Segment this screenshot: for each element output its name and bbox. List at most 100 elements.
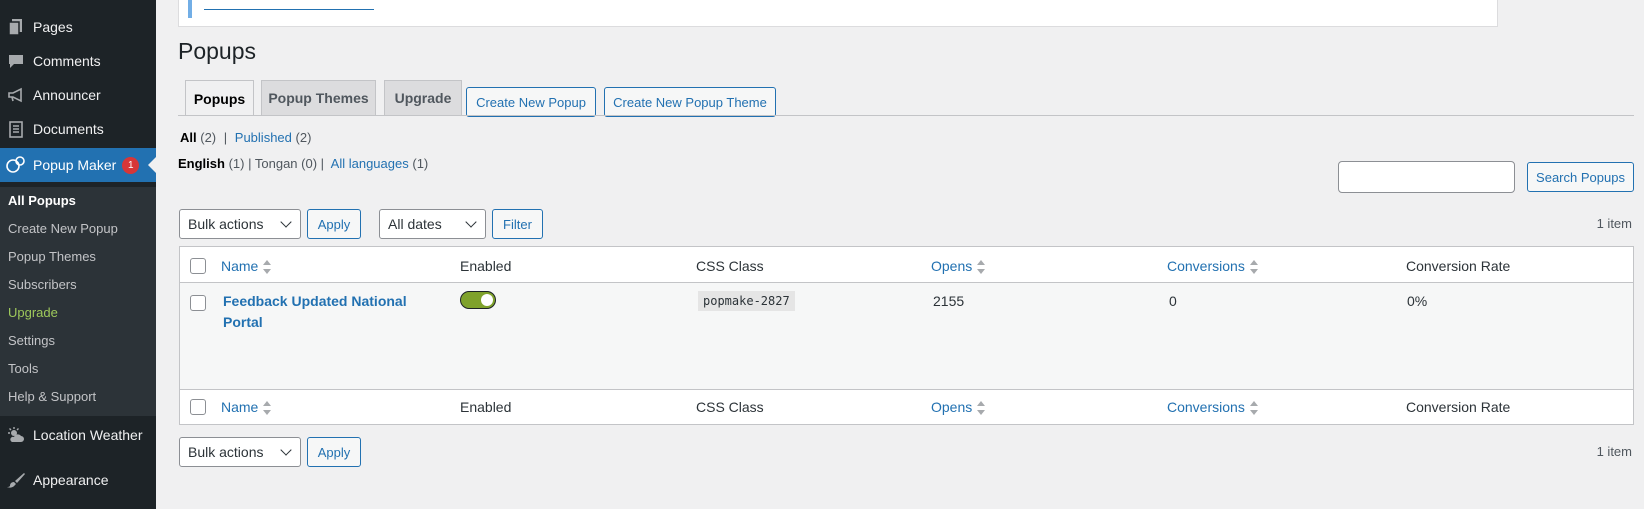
sidebar-item-label: Popup Maker: [33, 157, 117, 173]
submenu-create-new-popup[interactable]: Create New Popup: [8, 219, 118, 239]
submenu-tools[interactable]: Tools: [8, 359, 38, 379]
megaphone-icon: [6, 85, 26, 105]
enabled-toggle[interactable]: [460, 291, 496, 309]
bulk-actions-value: Bulk actions: [188, 216, 264, 232]
create-new-popup-theme-button[interactable]: Create New Popup Theme: [604, 87, 776, 117]
sidebar-item-popup-maker[interactable]: Popup Maker 1: [0, 148, 156, 182]
page-title: Popups: [178, 38, 257, 64]
documents-icon: [6, 119, 26, 139]
language-separator: |: [320, 156, 325, 171]
popup-title-link[interactable]: Feedback Updated National Portal: [223, 291, 423, 333]
sort-icon: [263, 260, 272, 275]
column-name-footer[interactable]: Name: [221, 399, 272, 416]
column-conversion-rate-footer: Conversion Rate: [1406, 399, 1511, 415]
select-all-checkbox-footer[interactable]: [190, 399, 206, 415]
sidebar-item-label: Pages: [33, 19, 73, 35]
column-label: Conversions: [1167, 258, 1245, 274]
sort-icon: [263, 401, 272, 416]
bulk-actions-select-top[interactable]: Bulk actions: [179, 209, 301, 239]
sidebar-item-announcer[interactable]: Announcer: [0, 78, 156, 112]
column-name-header[interactable]: Name: [221, 258, 272, 275]
dates-value: All dates: [388, 216, 442, 232]
table-header: Name Enabled CSS Class Opens Conversions…: [180, 247, 1633, 283]
css-class-code: popmake-2827: [698, 291, 795, 311]
tab-divider: [178, 115, 1634, 116]
status-all-count: (2): [200, 130, 217, 145]
submenu-help-support[interactable]: Help & Support: [8, 387, 96, 407]
sidebar-item-comments[interactable]: Comments: [0, 44, 156, 78]
sort-icon: [1249, 401, 1258, 416]
sidebar-item-location-weather[interactable]: Location Weather: [0, 418, 156, 452]
chevron-down-icon: [280, 444, 292, 456]
search-input[interactable]: [1338, 161, 1515, 193]
language-english-link[interactable]: English: [178, 156, 225, 171]
weather-icon: [6, 425, 26, 445]
popup-title-line: Portal: [223, 314, 263, 330]
admin-notice: [178, 0, 1498, 27]
language-tongan[interactable]: Tongan (0): [255, 156, 317, 171]
submenu-upgrade[interactable]: Upgrade: [8, 303, 58, 323]
apply-button-top[interactable]: Apply: [307, 209, 361, 239]
sidebar-item-label: Comments: [33, 53, 101, 69]
column-css-class-footer: CSS Class: [696, 399, 764, 415]
sidebar-item-label: Location Weather: [33, 427, 143, 443]
pages-icon: [6, 17, 26, 37]
column-label: Name: [221, 258, 259, 274]
language-all-link[interactable]: All languages: [331, 156, 409, 171]
sidebar-item-label: Appearance: [33, 472, 109, 488]
column-opens-footer[interactable]: Opens: [931, 399, 986, 416]
row-checkbox[interactable]: [190, 295, 206, 311]
tab-upgrade[interactable]: Upgrade: [384, 80, 462, 115]
popup-title-line: Feedback Updated National: [223, 293, 407, 309]
filter-button[interactable]: Filter: [492, 209, 543, 239]
conversions-value: 0: [1169, 293, 1177, 309]
submenu-subscribers[interactable]: Subscribers: [8, 275, 77, 295]
create-new-popup-button[interactable]: Create New Popup: [466, 87, 596, 117]
sidebar-item-documents[interactable]: Documents: [0, 112, 156, 146]
search-popups-button[interactable]: Search Popups: [1527, 162, 1634, 192]
submenu-popup-themes[interactable]: Popup Themes: [8, 247, 96, 267]
tab-popup-themes[interactable]: Popup Themes: [261, 80, 376, 115]
paintbrush-icon: [6, 470, 26, 490]
comments-icon: [6, 51, 26, 71]
bulk-actions-select-bottom[interactable]: Bulk actions: [179, 437, 301, 467]
tab-popups[interactable]: Popups: [185, 80, 254, 116]
sidebar-item-appearance[interactable]: Appearance: [0, 463, 156, 497]
sidebar-item-pages[interactable]: Pages: [0, 10, 156, 44]
status-separator: |: [223, 130, 228, 145]
popup-maker-submenu: All Popups Create New Popup Popup Themes…: [0, 187, 156, 416]
chevron-down-icon: [280, 216, 292, 228]
submenu-settings[interactable]: Settings: [8, 331, 55, 351]
column-conversions-footer[interactable]: Conversions: [1167, 399, 1258, 416]
column-css-class-header: CSS Class: [696, 258, 764, 274]
language-english-count: (1): [228, 156, 245, 171]
sidebar-item-label: Announcer: [33, 87, 101, 103]
column-conversion-rate-header: Conversion Rate: [1406, 258, 1511, 274]
column-label: Opens: [931, 399, 973, 415]
sort-icon: [977, 260, 986, 275]
items-count-top: 1 item: [1596, 216, 1632, 231]
notice-inner: [188, 0, 1402, 18]
status-all-link[interactable]: All: [180, 130, 197, 145]
submenu-all-popups[interactable]: All Popups: [8, 191, 76, 211]
column-conversions-header[interactable]: Conversions: [1167, 258, 1258, 275]
opens-value: 2155: [933, 293, 965, 309]
notification-badge: 1: [122, 156, 140, 174]
column-enabled-footer: Enabled: [460, 399, 512, 415]
apply-button-bottom[interactable]: Apply: [307, 437, 361, 467]
column-opens-header[interactable]: Opens: [931, 258, 986, 275]
language-filter: English (1) | Tongan (0) | All languages…: [178, 156, 428, 171]
bulk-actions-value: Bulk actions: [188, 444, 264, 460]
column-label: Name: [221, 399, 259, 415]
language-separator: |: [248, 156, 252, 171]
chevron-down-icon: [465, 216, 477, 228]
dates-select[interactable]: All dates: [379, 209, 486, 239]
column-label: Conversions: [1167, 399, 1245, 415]
popup-maker-icon: [6, 155, 26, 175]
sort-icon: [1249, 260, 1258, 275]
column-label: Opens: [931, 258, 973, 274]
items-count-bottom: 1 item: [1596, 444, 1632, 459]
select-all-checkbox[interactable]: [190, 258, 206, 274]
status-published-link[interactable]: Published: [235, 130, 292, 145]
column-enabled-header: Enabled: [460, 258, 512, 274]
